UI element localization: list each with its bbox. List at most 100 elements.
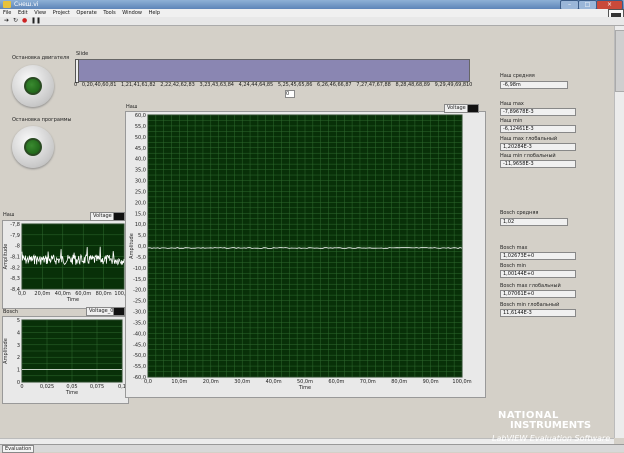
- bosch-min-label: Bosch min: [500, 263, 527, 269]
- menu-project[interactable]: Project: [50, 9, 72, 16]
- nash-min-label: Наш min: [500, 118, 523, 124]
- slide-tick-label: 6,2: [317, 82, 325, 88]
- menu-help[interactable]: Help: [146, 9, 162, 16]
- program-stop-button[interactable]: [12, 126, 54, 168]
- y-tick-label: -10,0: [133, 266, 146, 272]
- slide-tick-label: 7,2: [356, 82, 365, 88]
- y-tick-label: -20,0: [133, 288, 146, 294]
- y-tick-label: 3: [17, 343, 20, 349]
- main-plot: 60,0 55,0 50,0 45,0 40,0 35,0 30,0 25,0 20,0 15,0…: [129, 113, 472, 391]
- menu-view[interactable]: View: [31, 9, 48, 16]
- y-tick-label: 1: [17, 368, 20, 374]
- bosch-min-global-label: Bosch min глобальный: [500, 302, 560, 308]
- bosch-legend[interactable]: Voltage_0: [86, 307, 117, 316]
- pause-icon[interactable]: ❚❚: [31, 18, 41, 24]
- nash-max-value: -7,89678E-3: [500, 108, 576, 116]
- slide-tick-label: 3,2: [199, 82, 208, 88]
- slide-tick-label: 2,2: [160, 82, 169, 88]
- bosch-min-value: 1,00144E+0: [500, 270, 576, 278]
- slide-tick-label: 3: [191, 82, 195, 88]
- y-tick-label: 15,0: [135, 211, 146, 217]
- menu-file[interactable]: File: [0, 9, 13, 16]
- vertical-scroll-thumb[interactable]: [615, 30, 624, 92]
- y-tick-label: 4: [17, 330, 20, 336]
- x-tick-label: 0,075: [90, 384, 104, 390]
- slide-tick-label: 0,4: [89, 82, 98, 88]
- slide-tick-label: 5,8: [301, 82, 310, 88]
- bosch-avg-value: 1,02: [500, 218, 568, 226]
- x-tick-label: 20,0m: [203, 379, 219, 385]
- bosch-max-value: 1,02673E+0: [500, 252, 576, 260]
- slide-value-display[interactable]: 0: [285, 90, 295, 98]
- bosch-graph-label: Bosch: [3, 309, 19, 315]
- slide-tick-label: 1: [113, 82, 117, 88]
- slide-tick-label: 1,4: [128, 82, 137, 88]
- x-tick-label: 10,0m: [171, 379, 187, 385]
- menu-tools[interactable]: Tools: [100, 9, 117, 16]
- menu-operate[interactable]: Operate: [73, 9, 98, 16]
- main-graph-label: Наш: [126, 104, 138, 110]
- bosch-max-label: Bosch max: [500, 245, 528, 251]
- x-tick-label: 0,0: [144, 379, 152, 385]
- slide-tick-label: 8,8: [418, 82, 427, 88]
- bosch-legend-swatch[interactable]: [113, 307, 125, 316]
- slide-tick-label: 3,8: [222, 82, 231, 88]
- nash-small-graph-label: Наш: [3, 212, 15, 218]
- slide-label: Slide: [76, 51, 89, 57]
- slide-tick-label: 2,6: [175, 82, 184, 88]
- bosch-max-global-value: 1,07061E+0: [500, 290, 576, 298]
- slide-track[interactable]: [76, 59, 470, 82]
- y-tick-label: 0,0: [138, 244, 146, 250]
- y-tick-label: 45,0: [135, 146, 146, 152]
- labview-eval-text: LabVIEW Evaluation Software: [492, 434, 611, 443]
- slide-tick-label: 6: [309, 82, 313, 88]
- y-tick-label: 55,0: [135, 124, 146, 130]
- y-tick-label: 10,0: [135, 222, 146, 228]
- slide-tick-label: 1,6: [136, 82, 145, 88]
- ni-logo-line2: INSTRUMENTS: [510, 420, 592, 431]
- slide-tick-label: 2: [152, 82, 156, 88]
- nash-min-global-value: -11,9658E-3: [500, 160, 576, 168]
- evaluation-badge: Evaluation: [2, 445, 35, 453]
- run-icon[interactable]: ➔: [4, 18, 9, 24]
- x-tick-label: 80,0m: [391, 379, 407, 385]
- slide-tick-label: 9: [426, 82, 430, 88]
- bosch-max-global-label: Bosch max глобальный: [500, 283, 561, 289]
- nash-max-global-value: 1,20284E-3: [500, 143, 576, 151]
- engine-stop-button[interactable]: [12, 65, 54, 107]
- y-tick-label: -5,0: [136, 255, 146, 261]
- y-tick-label: 50,0: [135, 135, 146, 141]
- nash-avg-label: Наш средняя: [500, 73, 535, 79]
- slide-tick-label: 10: [466, 82, 473, 88]
- bosch-plot: 5432100 0,025 0,05 0,075 0,1TimeAmplitude: [3, 318, 126, 396]
- x-tick-label: 70,0m: [360, 379, 376, 385]
- slide-tick-label: 2,8: [183, 82, 192, 88]
- y-tick-label: 20,0: [135, 200, 146, 206]
- abort-icon[interactable]: ●: [22, 18, 27, 24]
- y-tick-label: -15,0: [133, 277, 146, 283]
- x-tick-label: 60,0m: [328, 379, 344, 385]
- slide-tick-label: 0,2: [81, 82, 90, 88]
- y-axis-label: Amplitude: [129, 233, 135, 259]
- slide-tick-label: 8,6: [411, 82, 420, 88]
- y-axis-label: Amplitude: [3, 244, 9, 270]
- slide-handle[interactable]: [75, 59, 79, 83]
- bosch-avg-label: Bosch средняя: [500, 210, 539, 216]
- x-tick-label: 40,0m: [266, 379, 282, 385]
- toolbar: [0, 17, 624, 26]
- y-tick-label: -7,8: [10, 222, 20, 228]
- slide-tick-label: 9,6: [450, 82, 459, 88]
- slide-tick-label: 4,6: [254, 82, 263, 88]
- window-title: Снеш.vi: [14, 1, 39, 8]
- slide-tick-label: 4,2: [238, 82, 247, 88]
- slide-tick-label: 4: [230, 82, 234, 88]
- slide-tick-label: 6,6: [332, 82, 341, 88]
- y-tick-label: 30,0: [135, 179, 146, 185]
- slide-tick-label: 5,2: [277, 82, 286, 88]
- slide-tick-label: 7: [348, 82, 352, 88]
- menu-window[interactable]: Window: [119, 9, 144, 16]
- run-continuously-icon[interactable]: ↻: [13, 18, 18, 24]
- slide-tick-label: 0: [74, 82, 78, 88]
- menu-edit[interactable]: Edit: [15, 9, 30, 16]
- y-tick-label: -40,0: [133, 331, 146, 337]
